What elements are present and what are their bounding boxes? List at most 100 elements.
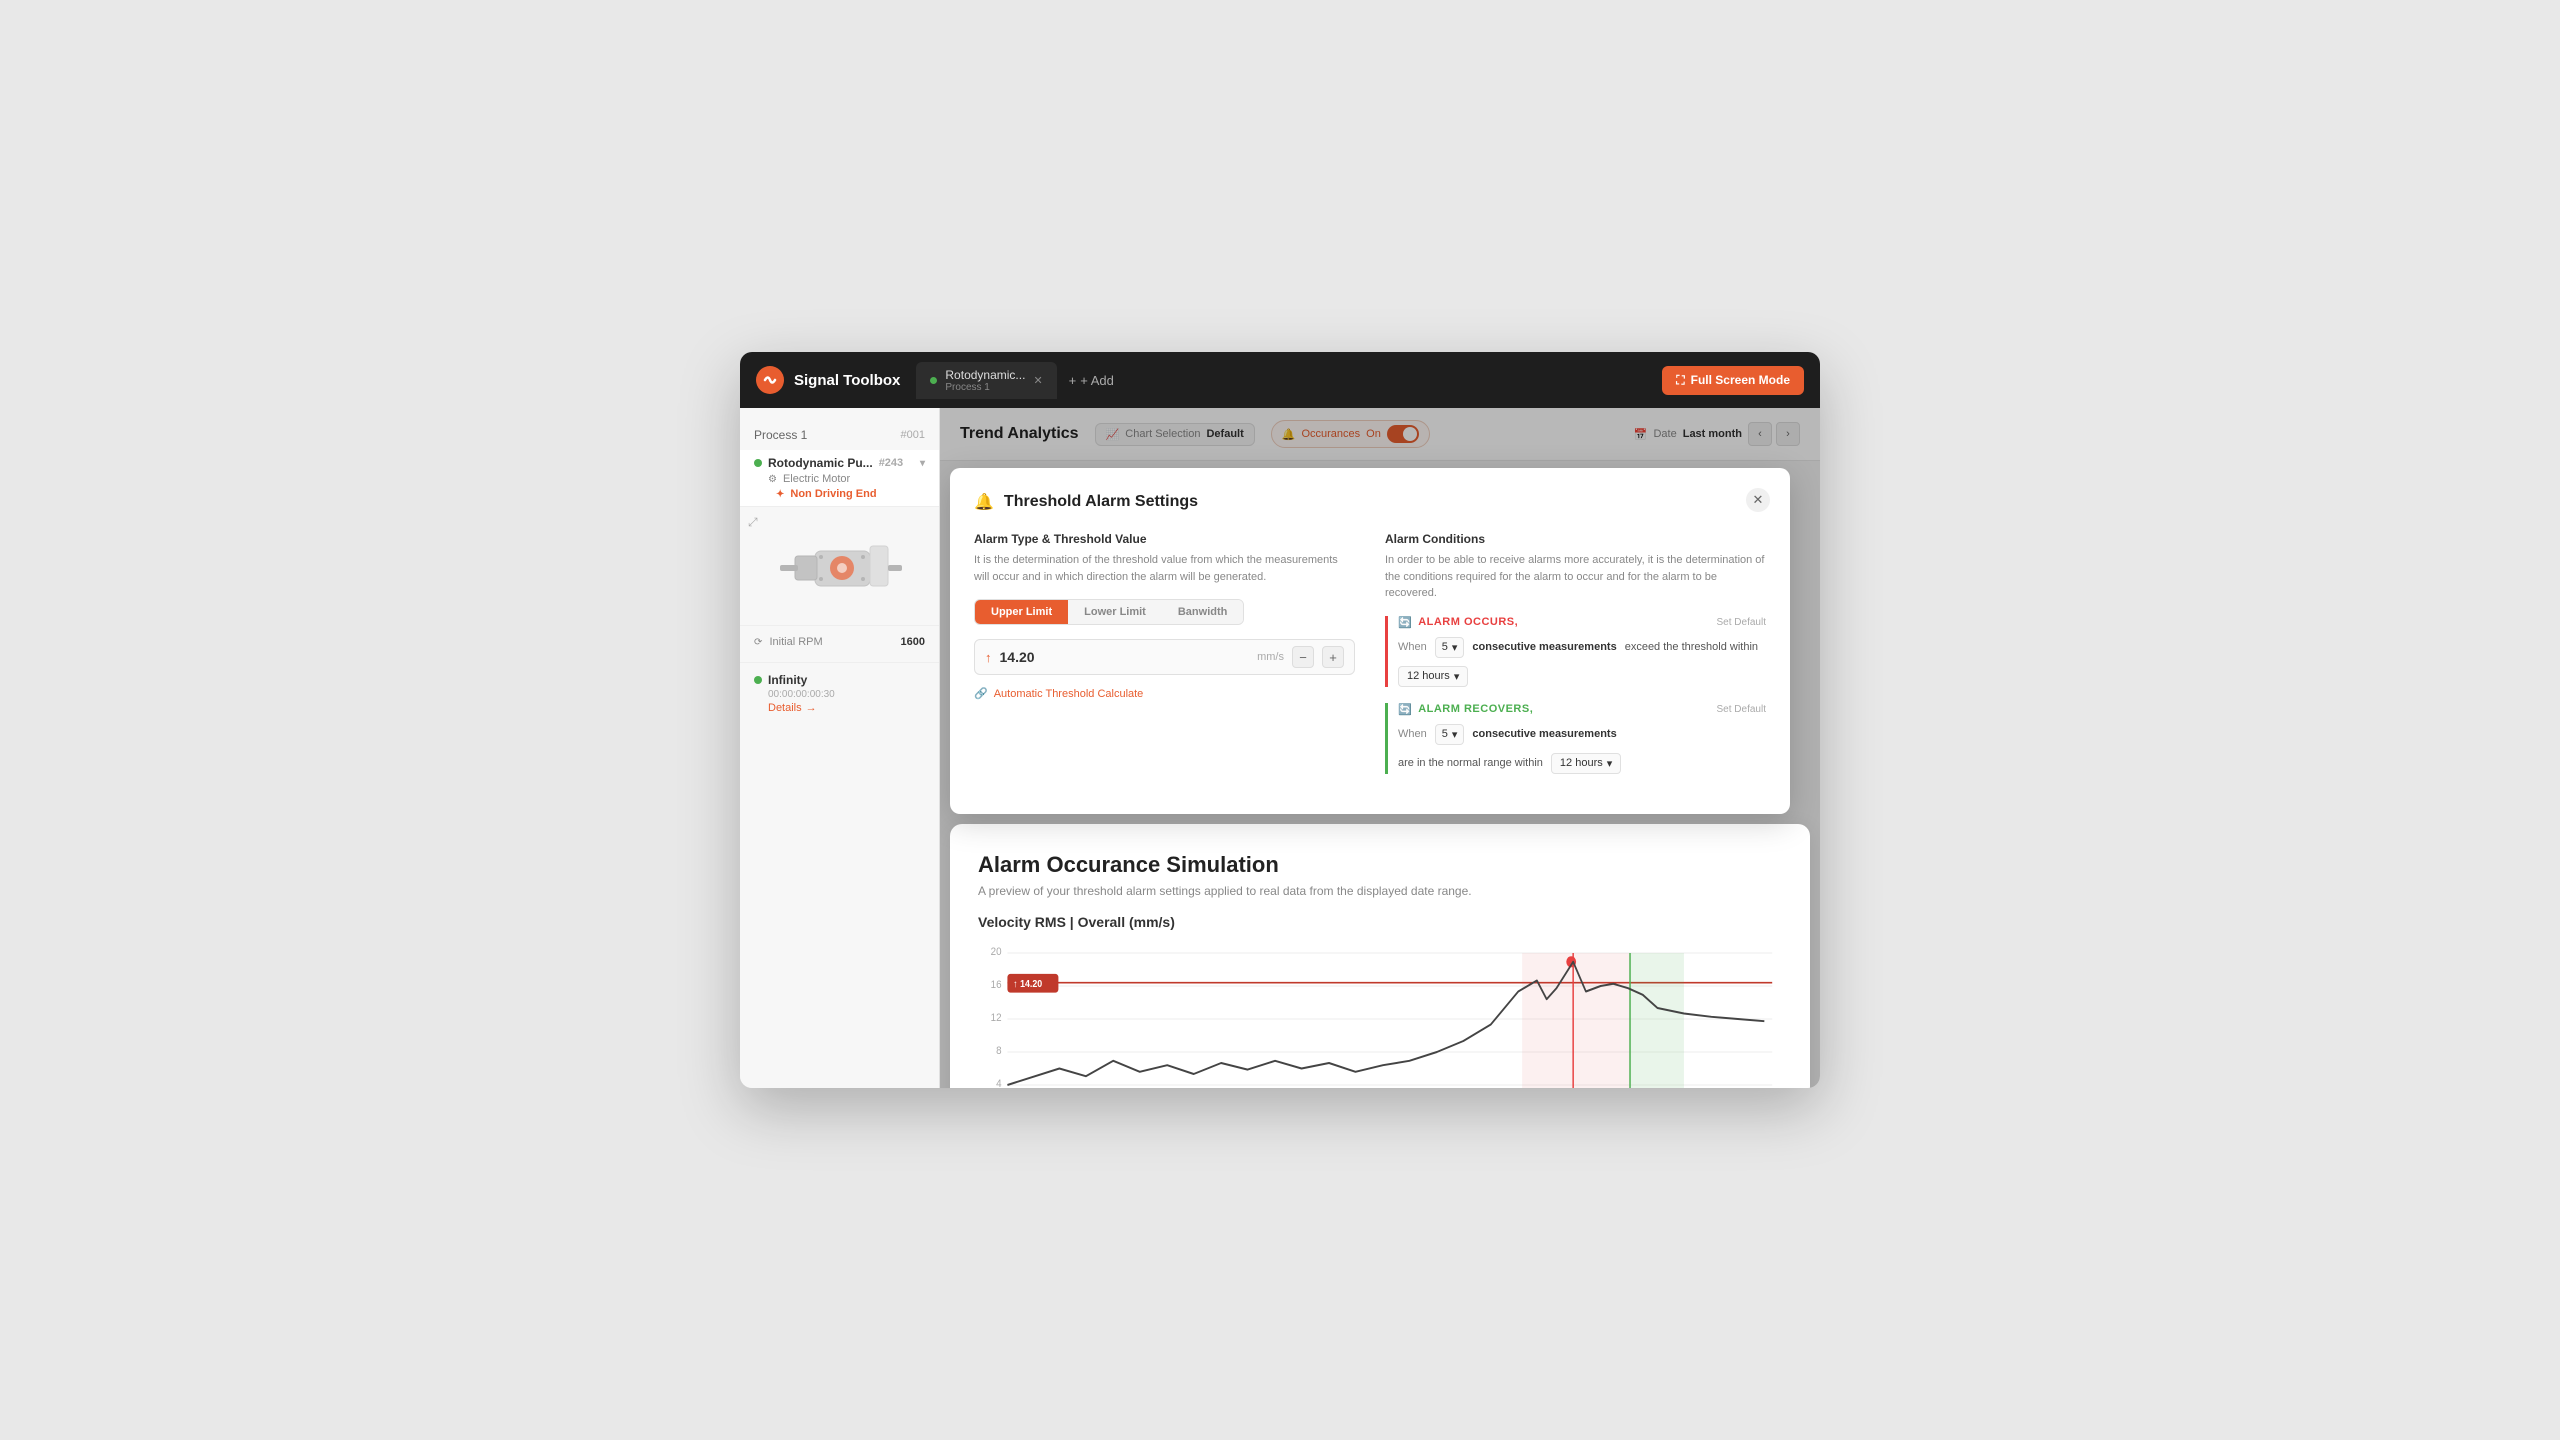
calendar-icon: 📅 xyxy=(1634,428,1648,441)
threshold-input: ↑ 14.20 mm/s − + xyxy=(974,639,1355,675)
infinity-name-row: Infinity xyxy=(754,673,925,687)
tab-status-dot xyxy=(930,377,937,384)
threshold-alarm-modal: 🔔 Threshold Alarm Settings ✕ Alarm Type … xyxy=(950,468,1790,814)
y-label-12: 12 xyxy=(991,1012,1002,1024)
alarm-conditions-title: Alarm Conditions xyxy=(1385,532,1766,546)
bandwidth-tab[interactable]: Banwidth xyxy=(1162,600,1244,624)
occurs-consecutive-text: consecutive measurements xyxy=(1472,641,1616,653)
fullscreen-label: Full Screen Mode xyxy=(1691,373,1790,387)
rpm-icon: ⟳ xyxy=(754,637,762,648)
process-name: Process 1 xyxy=(754,428,807,442)
machine-id: #243 xyxy=(879,457,903,469)
date-value: Last month xyxy=(1683,428,1742,440)
recovers-count: 5 xyxy=(1442,728,1448,740)
y-label-16: 16 xyxy=(991,979,1002,991)
auto-calc-link[interactable]: 🔗 Automatic Threshold Calculate xyxy=(974,687,1355,700)
occurs-count-chevron: ▾ xyxy=(1452,641,1458,654)
rpm-label: Initial RPM xyxy=(769,636,822,648)
alarm-recovers-icon: 🔄 xyxy=(1398,703,1412,716)
fullscreen-icon: ⛶ xyxy=(1676,373,1684,388)
app-title: Signal Toolbox xyxy=(794,372,900,389)
threshold-unit: mm/s xyxy=(1257,651,1284,663)
threshold-badge-text: ↑ 14.20 xyxy=(1013,978,1042,989)
threshold-minus-button[interactable]: − xyxy=(1292,646,1314,668)
occurs-duration-select[interactable]: 12 hours ▾ xyxy=(1398,666,1468,687)
occurs-when-label: When xyxy=(1398,641,1427,653)
alarm-recovers-title: 🔄 ALARM RECOVERS, xyxy=(1398,703,1533,716)
expand-icon[interactable]: ⤢ xyxy=(748,515,758,530)
upper-limit-tab[interactable]: Upper Limit xyxy=(975,600,1068,624)
occurrences-label: Occurances xyxy=(1301,428,1360,440)
recovers-set-default-button[interactable]: Set Default xyxy=(1717,704,1766,715)
lower-limit-tab[interactable]: Lower Limit xyxy=(1068,600,1162,624)
motor-icon: ⚙ xyxy=(768,474,777,485)
chart-selection-label: Chart Selection xyxy=(1125,428,1200,440)
add-tab-button[interactable]: + + Add xyxy=(1061,369,1122,392)
recovers-duration-select[interactable]: 12 hours ▾ xyxy=(1551,753,1621,774)
calc-icon: 🔗 xyxy=(974,687,988,700)
infinity-device: Infinity 00:00:00:00:30 Details → xyxy=(740,662,939,724)
simulation-card: Alarm Occurance Simulation A preview of … xyxy=(950,824,1810,1089)
modal-close-button[interactable]: ✕ xyxy=(1746,488,1770,512)
analytics-title: Trend Analytics xyxy=(960,425,1079,443)
sidebar: Process 1 #001 Rotodynamic Pu... #243 ▾ … xyxy=(740,408,940,1088)
recovers-when-label: When xyxy=(1398,728,1427,740)
date-prev-button[interactable]: ‹ xyxy=(1748,422,1772,446)
bell-modal-icon: 🔔 xyxy=(974,492,994,512)
details-label: Details xyxy=(768,702,802,714)
tab-bar: Rotodynamic... Process 1 ✕ + + Add xyxy=(916,362,1646,399)
recovers-count-select[interactable]: 5 ▾ xyxy=(1435,724,1465,745)
date-badge: 📅 Date Last month ‹ › xyxy=(1634,422,1800,446)
occurrences-state: On xyxy=(1366,428,1381,440)
y-label-4: 4 xyxy=(996,1078,1002,1088)
details-link[interactable]: Details → xyxy=(754,702,925,714)
bell-icon: 🔔 xyxy=(1282,428,1296,441)
date-next-button[interactable]: › xyxy=(1776,422,1800,446)
modal-title: Threshold Alarm Settings xyxy=(1004,493,1198,511)
alarm-recovers-block: 🔄 ALARM RECOVERS, Set Default When 5 xyxy=(1385,703,1766,774)
machine-status-dot xyxy=(754,459,762,467)
limit-tabs: Upper Limit Lower Limit Banwidth xyxy=(974,599,1244,625)
simulation-title: Alarm Occurance Simulation xyxy=(978,852,1782,878)
tab-rotodynamic[interactable]: Rotodynamic... Process 1 ✕ xyxy=(916,362,1056,399)
machine-point-item[interactable]: ✦ Non Driving End xyxy=(754,488,925,500)
machine-illustration xyxy=(765,526,915,606)
y-label-20: 20 xyxy=(991,946,1002,958)
chart-selection-value: Default xyxy=(1206,428,1243,440)
sidebar-machine-item[interactable]: Rotodynamic Pu... #243 ▾ ⚙ Electric Moto… xyxy=(740,450,939,506)
date-nav: ‹ › xyxy=(1748,422,1800,446)
machine-chevron-icon: ▾ xyxy=(920,458,925,469)
chart-selection-badge[interactable]: 📈 Chart Selection Default xyxy=(1095,423,1255,446)
right-content: Trend Analytics 📈 Chart Selection Defaul… xyxy=(940,408,1820,1088)
threshold-plus-button[interactable]: + xyxy=(1322,646,1344,668)
details-arrow-icon: → xyxy=(806,702,817,714)
occurrences-badge[interactable]: 🔔 Occurances On xyxy=(1271,420,1430,448)
fullscreen-button[interactable]: ⛶ Full Screen Mode xyxy=(1662,366,1804,395)
alarm-type-title: Alarm Type & Threshold Value xyxy=(974,532,1355,546)
analytics-header: Trend Analytics 📈 Chart Selection Defaul… xyxy=(940,408,1820,461)
arrow-up-icon: ↑ xyxy=(985,650,992,665)
occurs-count-select[interactable]: 5 ▾ xyxy=(1435,637,1465,658)
auto-calc-label: Automatic Threshold Calculate xyxy=(994,688,1144,700)
infinity-time: 00:00:00:00:30 xyxy=(754,689,925,700)
recovers-consecutive-text: consecutive measurements xyxy=(1472,728,1616,740)
simulation-chart-svg: 20 16 12 8 4 0 xyxy=(978,942,1782,1089)
tab-close-icon[interactable]: ✕ xyxy=(1033,374,1042,387)
machine-sub-label: Electric Motor xyxy=(783,473,850,485)
add-label: + Add xyxy=(1080,373,1114,388)
simulation-chart-area: 20 16 12 8 4 0 xyxy=(978,942,1782,1089)
occurrences-toggle[interactable] xyxy=(1387,425,1419,443)
recovery-region xyxy=(1630,953,1684,1089)
alarm-type-desc: It is the determination of the threshold… xyxy=(974,552,1355,585)
date-label: Date xyxy=(1653,428,1676,440)
alarm-recovers-header: 🔄 ALARM RECOVERS, Set Default xyxy=(1398,703,1766,716)
alarm-occurs-title: 🔄 ALARM OCCURS, xyxy=(1398,616,1518,629)
machine-image-area: ⤢ xyxy=(740,506,939,626)
main-content: Process 1 #001 Rotodynamic Pu... #243 ▾ … xyxy=(740,408,1820,1088)
alarm-occurs-label: ALARM OCCURS, xyxy=(1418,616,1518,628)
infinity-status-dot xyxy=(754,676,762,684)
alarm-occurs-header: 🔄 ALARM OCCURS, Set Default xyxy=(1398,616,1766,629)
threshold-value: 14.20 xyxy=(1000,649,1250,665)
occurs-set-default-button[interactable]: Set Default xyxy=(1717,617,1766,628)
sidebar-stats: ⟳ Initial RPM 1600 xyxy=(740,626,939,662)
